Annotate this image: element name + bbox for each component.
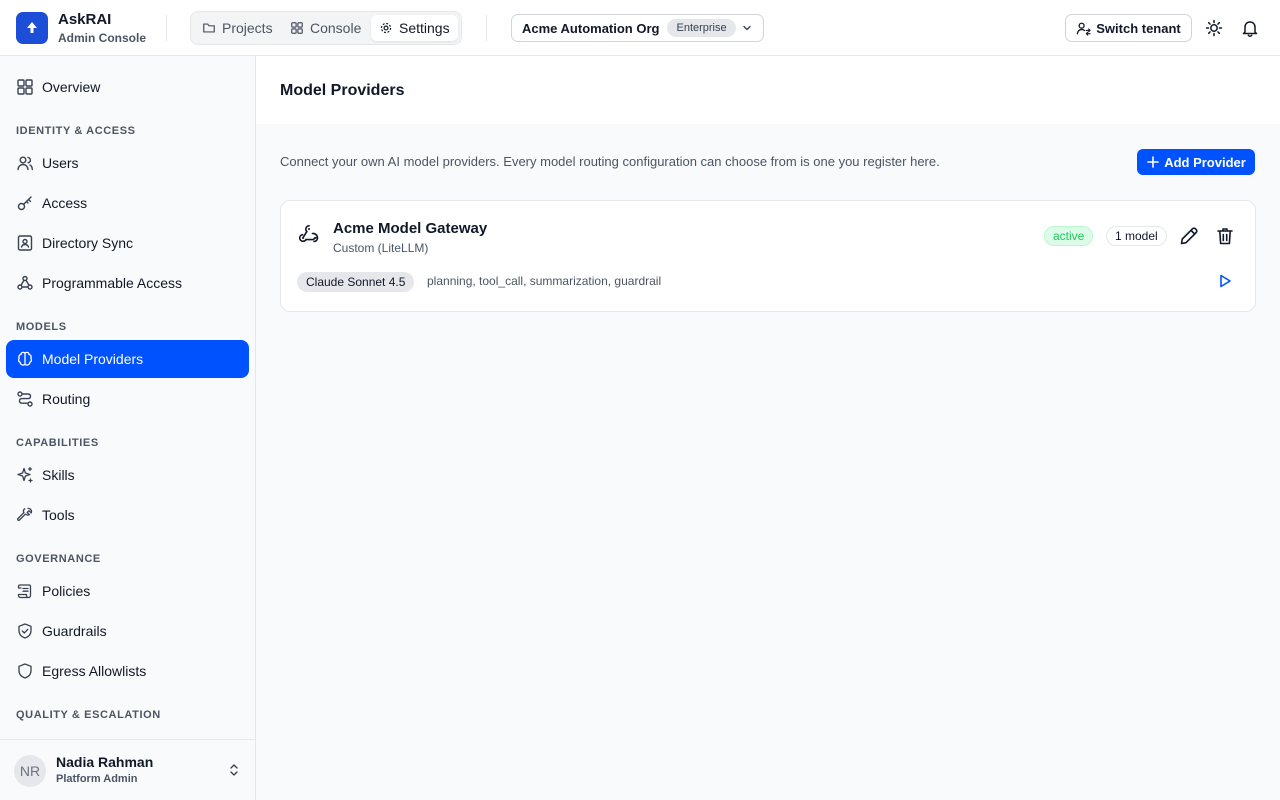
dashboard-icon [17, 79, 33, 95]
sidebar-item-label: Skills [42, 467, 75, 483]
main-content: Model Providers Connect your own AI mode… [256, 56, 1280, 800]
page-title: Model Providers [280, 82, 405, 99]
users-icon [17, 156, 33, 171]
switch-tenant-button[interactable]: Switch tenant [1065, 14, 1192, 42]
sidebar-item-label: Users [42, 155, 79, 171]
sidebar-item-programmable-access[interactable]: Programmable Access [6, 264, 249, 302]
webhook-icon [17, 275, 33, 290]
wrench-icon [16, 507, 33, 522]
model-capabilities: planning, tool_call, summarization, guar… [427, 274, 662, 288]
plan-badge: Enterprise [667, 19, 736, 37]
status-badge: active [1044, 226, 1094, 246]
user-name: Nadia Rahman [56, 754, 154, 770]
sidebar-item-policies[interactable]: Policies [6, 572, 249, 610]
sidebar-item-access[interactable]: Access [6, 184, 249, 222]
play-icon[interactable] [1217, 273, 1233, 289]
brain-icon [17, 351, 33, 366]
provider-type: Custom (LiteLLM) [333, 241, 429, 255]
sidebar-item-label: Guardrails [42, 623, 107, 639]
sidebar-group-models: MODELS [16, 321, 67, 333]
sidebar-item-tools[interactable]: Tools [6, 496, 249, 534]
notifications-button[interactable] [1240, 18, 1260, 38]
sidebar-item-label: Access [42, 195, 88, 211]
theme-toggle-button[interactable] [1204, 18, 1224, 38]
user-menu[interactable]: NR Nadia Rahman Platform Admin [0, 739, 255, 800]
app-logo[interactable] [16, 12, 48, 44]
sidebar-item-egress-allowlists[interactable]: Egress Allowlists [6, 652, 249, 690]
tab-console[interactable]: Console [282, 15, 369, 41]
shield-check-icon [18, 623, 32, 639]
gear-icon [380, 22, 392, 34]
key-icon [17, 196, 32, 211]
sidebar-item-label: Directory Sync [42, 235, 134, 251]
provider-name: Acme Model Gateway [333, 220, 488, 237]
sidebar-group-governance: GOVERNANCE [16, 553, 101, 565]
sidebar-item-overview[interactable]: Overview [6, 68, 249, 106]
sidebar-item-skills[interactable]: Skills [6, 456, 249, 494]
user-role: Platform Admin [56, 773, 138, 785]
model-chip: Claude Sonnet 4.5 [297, 272, 415, 292]
page-description: Connect your own AI model providers. Eve… [280, 154, 940, 169]
chevron-down-icon [743, 25, 751, 31]
sidebar-item-label: Routing [42, 391, 91, 407]
bell-icon [1242, 21, 1258, 38]
webhook-icon [298, 225, 319, 243]
shield-icon [18, 663, 32, 679]
header-divider [166, 15, 167, 41]
sidebar-item-model-providers[interactable]: Model Providers [6, 340, 249, 378]
user-switch-icon [1076, 22, 1091, 36]
tab-settings-label: Settings [399, 20, 450, 36]
avatar: NR [14, 755, 46, 787]
sidebar-group-capabilities: CAPABILITIES [16, 437, 99, 449]
logo-icon [27, 22, 37, 33]
route-icon [17, 391, 33, 407]
sidebar-item-users[interactable]: Users [6, 144, 249, 182]
tab-console-label: Console [310, 20, 362, 36]
sparkles-icon [17, 466, 33, 483]
app-subtitle: Admin Console [58, 31, 147, 45]
sidebar-item-label: Egress Allowlists [42, 663, 147, 679]
provider-card: Acme Model Gateway Custom (LiteLLM) acti… [280, 200, 1256, 312]
plus-icon [1147, 156, 1159, 168]
folder-icon [203, 23, 215, 33]
contact-card-icon [17, 235, 33, 251]
pencil-icon[interactable] [1179, 226, 1199, 246]
chevrons-up-down-icon [230, 764, 238, 776]
tab-settings[interactable]: Settings [371, 15, 458, 41]
primary-nav: Projects Console Settings [190, 11, 462, 45]
grid-icon [291, 22, 303, 34]
add-provider-label: Add Provider [1164, 154, 1246, 170]
switch-tenant-label: Switch tenant [1096, 20, 1181, 36]
tab-projects[interactable]: Projects [194, 15, 281, 41]
sidebar-item-label: Programmable Access [42, 275, 183, 291]
app-title: AskRAI [58, 11, 112, 28]
sidebar-item-directory-sync[interactable]: Directory Sync [6, 224, 249, 262]
sidebar-item-label: Model Providers [42, 351, 144, 367]
model-count-badge: 1 model [1106, 226, 1167, 246]
sidebar-group-identity: IDENTITY & ACCESS [16, 125, 136, 137]
org-selector[interactable]: Acme Automation Org Enterprise [511, 14, 764, 42]
sidebar-item-label: Overview [42, 79, 101, 95]
sidebar-item-label: Policies [42, 583, 91, 599]
org-name: Acme Automation Org [522, 20, 660, 36]
add-provider-button[interactable]: Add Provider [1137, 149, 1255, 175]
sun-icon [1205, 19, 1223, 37]
sidebar-group-quality: QUALITY & ESCALATION [16, 709, 161, 721]
scroll-icon [17, 584, 32, 599]
top-bar: AskRAI Admin Console Projects Console Se… [0, 0, 1280, 56]
sidebar-item-guardrails[interactable]: Guardrails [6, 612, 249, 650]
sidebar: Overview IDENTITY & ACCESS Users Access … [0, 56, 256, 800]
page-header: Model Providers [256, 56, 1280, 124]
sidebar-item-routing[interactable]: Routing [6, 380, 249, 418]
tab-projects-label: Projects [222, 20, 273, 36]
sidebar-item-label: Tools [42, 507, 75, 523]
header-divider [486, 15, 487, 41]
trash-icon[interactable] [1215, 226, 1235, 246]
